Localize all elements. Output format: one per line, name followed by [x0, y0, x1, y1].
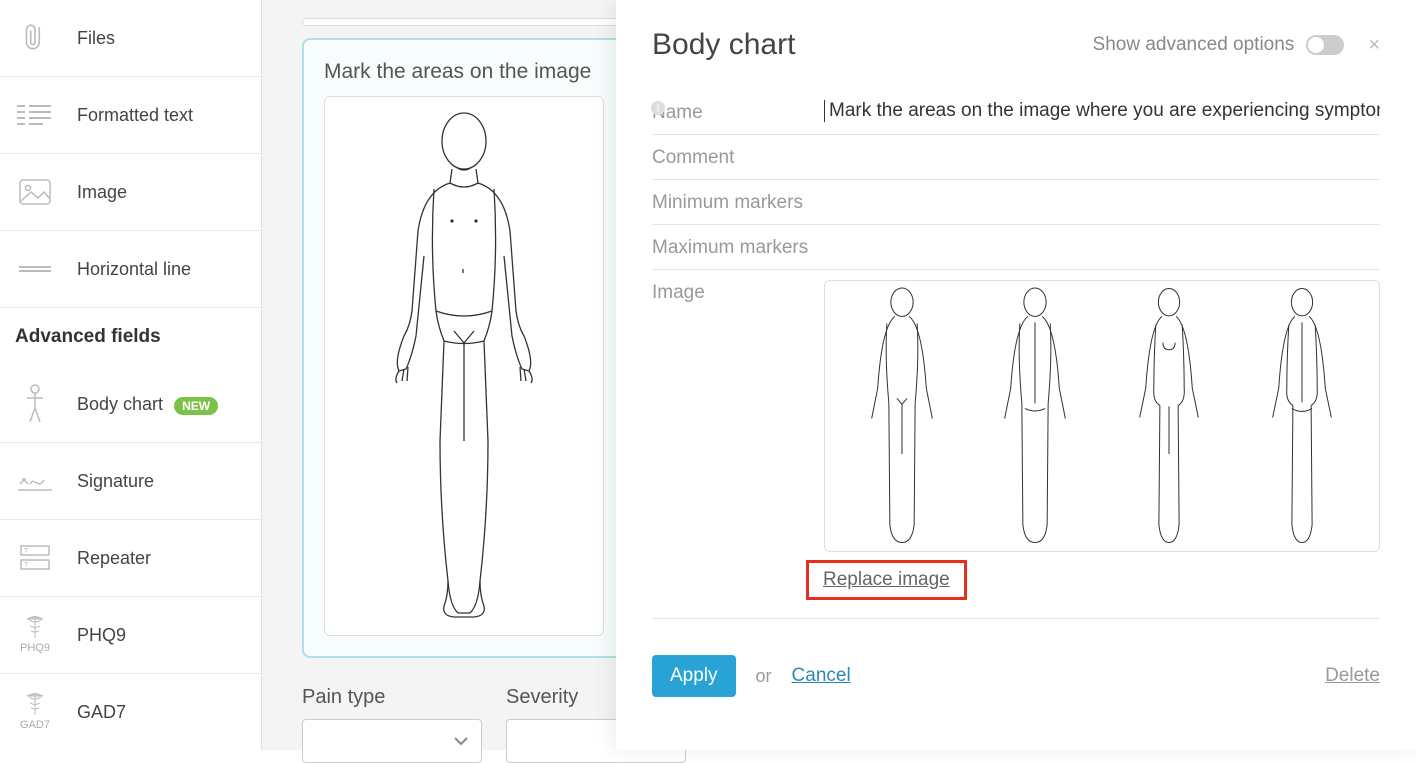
svg-text:T: T: [24, 548, 29, 555]
name-input[interactable]: Mark the areas on the image where you ar…: [824, 100, 1380, 122]
chevron-down-icon: [453, 736, 469, 746]
sidebar-item-formatted-text[interactable]: Formatted text: [0, 77, 261, 154]
caduceus-icon: GAD7: [15, 692, 55, 732]
replace-image-link[interactable]: Replace image: [823, 569, 950, 591]
image-label: Image: [652, 280, 824, 304]
cancel-link[interactable]: Cancel: [792, 665, 851, 687]
sidebar-item-signature[interactable]: Signature: [0, 443, 261, 520]
body-icon: [15, 384, 55, 424]
body-chart-panel: Body chart Show advanced options × i Nam…: [616, 0, 1416, 750]
sidebar-item-files[interactable]: Files: [0, 0, 261, 77]
panel-footer: Apply or Cancel Delete: [652, 655, 1380, 697]
sidebar-item-phq9[interactable]: PHQ9 PHQ9: [0, 597, 261, 674]
min-markers-label: Minimum markers: [652, 190, 824, 214]
advanced-toggle[interactable]: [1306, 35, 1344, 55]
svg-text:i: i: [657, 103, 659, 115]
sidebar-item-label: Signature: [77, 471, 154, 492]
lines-icon: [15, 95, 55, 135]
sidebar-item-label: Repeater: [77, 548, 151, 569]
sidebar-item-label: Formatted text: [77, 105, 193, 126]
svg-text:T: T: [24, 562, 29, 569]
panel-title: Body chart: [652, 28, 795, 62]
pain-type-select[interactable]: [302, 719, 482, 763]
new-badge: NEW: [174, 397, 218, 415]
body-front-female-icon: [1114, 287, 1224, 545]
sidebar-section-advanced: Advanced fields: [0, 308, 261, 366]
info-icon: i: [650, 100, 666, 116]
name-label: Name: [652, 100, 824, 124]
sidebar-item-label: Image: [77, 182, 127, 203]
max-markers-label: Maximum markers: [652, 235, 824, 259]
image-preview: [824, 280, 1380, 552]
sidebar-item-repeater[interactable]: TT Repeater: [0, 520, 261, 597]
apply-button[interactable]: Apply: [652, 655, 736, 697]
image-icon: [15, 172, 55, 212]
close-icon[interactable]: ×: [1368, 34, 1380, 57]
body-back-male-icon: [980, 287, 1090, 545]
comment-label: Comment: [652, 145, 824, 169]
sidebar-item-label: Horizontal line: [77, 259, 191, 280]
sidebar-item-label: GAD7: [77, 702, 126, 723]
advanced-options-label: Show advanced options: [1093, 34, 1295, 56]
signature-icon: [15, 461, 55, 501]
body-canvas[interactable]: [324, 96, 604, 636]
paperclip-icon: [15, 18, 55, 58]
repeater-icon: TT: [15, 538, 55, 578]
sidebar-item-gad7[interactable]: GAD7 GAD7: [0, 674, 261, 750]
sidebar-item-label: Body chart NEW: [77, 394, 218, 415]
body-front-male-icon: [847, 287, 957, 545]
sidebar-item-body-chart[interactable]: Body chart NEW: [0, 366, 261, 443]
sidebar-item-label: PHQ9: [77, 625, 126, 646]
sidebar-item-image[interactable]: Image: [0, 154, 261, 231]
pain-type-label: Pain type: [302, 686, 482, 709]
or-text: or: [756, 666, 772, 687]
caduceus-icon: PHQ9: [15, 615, 55, 655]
delete-link[interactable]: Delete: [1325, 665, 1380, 687]
sidebar-item-horizontal-line[interactable]: Horizontal line: [0, 231, 261, 308]
hr-icon: [15, 249, 55, 289]
replace-image-highlight: Replace image: [806, 560, 967, 600]
body-back-female-icon: [1247, 287, 1357, 545]
sidebar: Files Formatted text Image Horizontal li…: [0, 0, 262, 750]
sidebar-item-label: Files: [77, 28, 115, 49]
